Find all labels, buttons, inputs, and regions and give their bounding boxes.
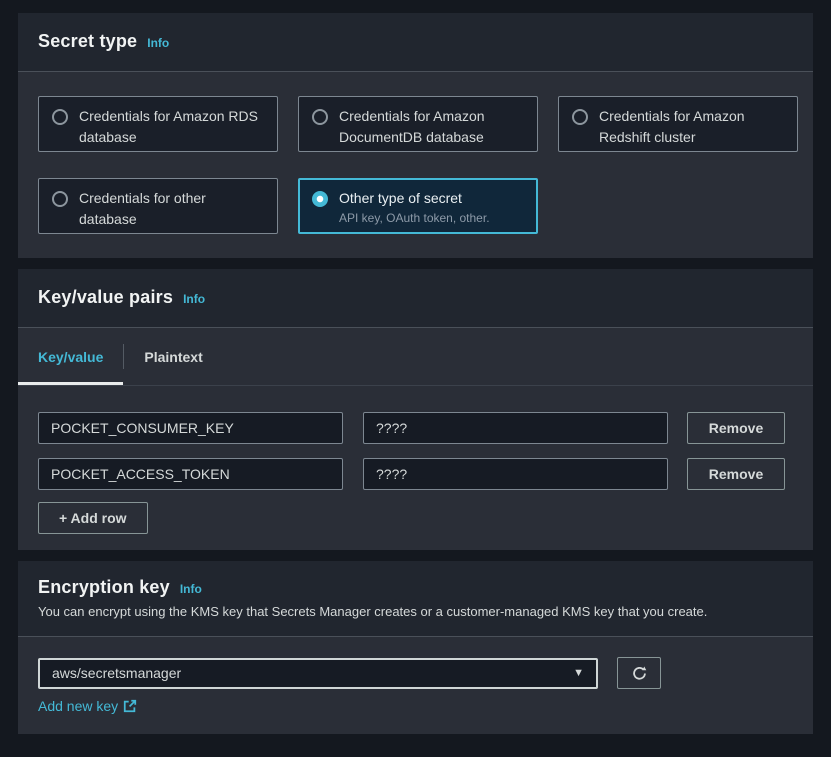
radio-unselected-icon[interactable] — [52, 109, 68, 125]
option-credentials-redshift[interactable]: Credentials for Amazon Redshift cluster — [558, 96, 798, 152]
option-credentials-other-database[interactable]: Credentials for other database — [38, 178, 278, 234]
add-new-key-link[interactable]: Add new key — [38, 698, 137, 714]
key-value-pairs-header: Key/value pairs Info — [18, 269, 813, 328]
key-value-row: Remove — [38, 412, 793, 444]
encryption-key-body: aws/secretsmanager ▼ Add new key — [18, 637, 813, 734]
key-value-pairs-body: Key/value Plaintext Remove Remove + Add … — [18, 328, 813, 550]
secret-type-body: Credentials for Amazon RDS database Cred… — [18, 72, 813, 258]
kms-key-select-value: aws/secretsmanager — [52, 665, 181, 681]
key-value-pairs-title: Key/value pairs — [38, 287, 173, 308]
option-label: Credentials for Amazon DocumentDB databa… — [339, 106, 524, 148]
add-row-button[interactable]: + Add row — [38, 502, 148, 534]
option-label: Credentials for Amazon RDS database — [79, 106, 264, 148]
external-link-icon — [123, 699, 137, 713]
remove-row-button[interactable]: Remove — [687, 458, 785, 490]
secret-key-input[interactable] — [38, 412, 343, 444]
encryption-key-title: Encryption key — [38, 577, 170, 598]
option-credentials-documentdb[interactable]: Credentials for Amazon DocumentDB databa… — [298, 96, 538, 152]
encryption-key-info-link[interactable]: Info — [180, 582, 202, 596]
add-new-key-label: Add new key — [38, 698, 118, 714]
secret-key-input[interactable] — [38, 458, 343, 490]
key-value-pairs-info-link[interactable]: Info — [183, 292, 205, 306]
secret-type-title: Secret type — [38, 31, 137, 52]
option-label: Other type of secret — [339, 188, 490, 209]
key-value-pairs-card: Key/value pairs Info Key/value Plaintext… — [18, 269, 813, 550]
option-other-type-of-secret[interactable]: Other type of secret API key, OAuth toke… — [298, 178, 538, 234]
secret-type-options: Credentials for Amazon RDS database Cred… — [18, 72, 813, 258]
secret-type-card: Secret type Info Credentials for Amazon … — [18, 13, 813, 258]
refresh-icon — [631, 665, 648, 682]
radio-unselected-icon[interactable] — [572, 109, 588, 125]
option-sublabel: API key, OAuth token, other. — [339, 210, 490, 226]
option-label: Credentials for other database — [79, 188, 264, 230]
secret-editor-tabs: Key/value Plaintext — [18, 328, 813, 386]
key-value-row: Remove — [38, 458, 793, 490]
radio-unselected-icon[interactable] — [312, 109, 328, 125]
tab-key-value[interactable]: Key/value — [18, 328, 123, 385]
encryption-key-header: Encryption key Info You can encrypt usin… — [18, 561, 813, 637]
kms-key-select[interactable]: aws/secretsmanager ▼ — [38, 658, 598, 689]
chevron-down-icon: ▼ — [573, 667, 584, 679]
secret-value-input[interactable] — [363, 458, 668, 490]
remove-row-button[interactable]: Remove — [687, 412, 785, 444]
option-label: Credentials for Amazon Redshift cluster — [599, 106, 784, 148]
create-secret-page: Secret type Info Credentials for Amazon … — [0, 0, 831, 734]
tab-plaintext[interactable]: Plaintext — [124, 328, 222, 385]
secret-type-info-link[interactable]: Info — [147, 36, 169, 50]
encryption-key-description: You can encrypt using the KMS key that S… — [38, 604, 793, 620]
radio-unselected-icon[interactable] — [52, 191, 68, 207]
secret-value-input[interactable] — [363, 412, 668, 444]
option-credentials-rds[interactable]: Credentials for Amazon RDS database — [38, 96, 278, 152]
refresh-keys-button[interactable] — [617, 657, 661, 689]
key-value-editor: Remove Remove + Add row — [18, 386, 813, 550]
encryption-key-card: Encryption key Info You can encrypt usin… — [18, 561, 813, 734]
secret-type-header: Secret type Info — [18, 13, 813, 72]
radio-selected-icon[interactable] — [312, 191, 328, 207]
